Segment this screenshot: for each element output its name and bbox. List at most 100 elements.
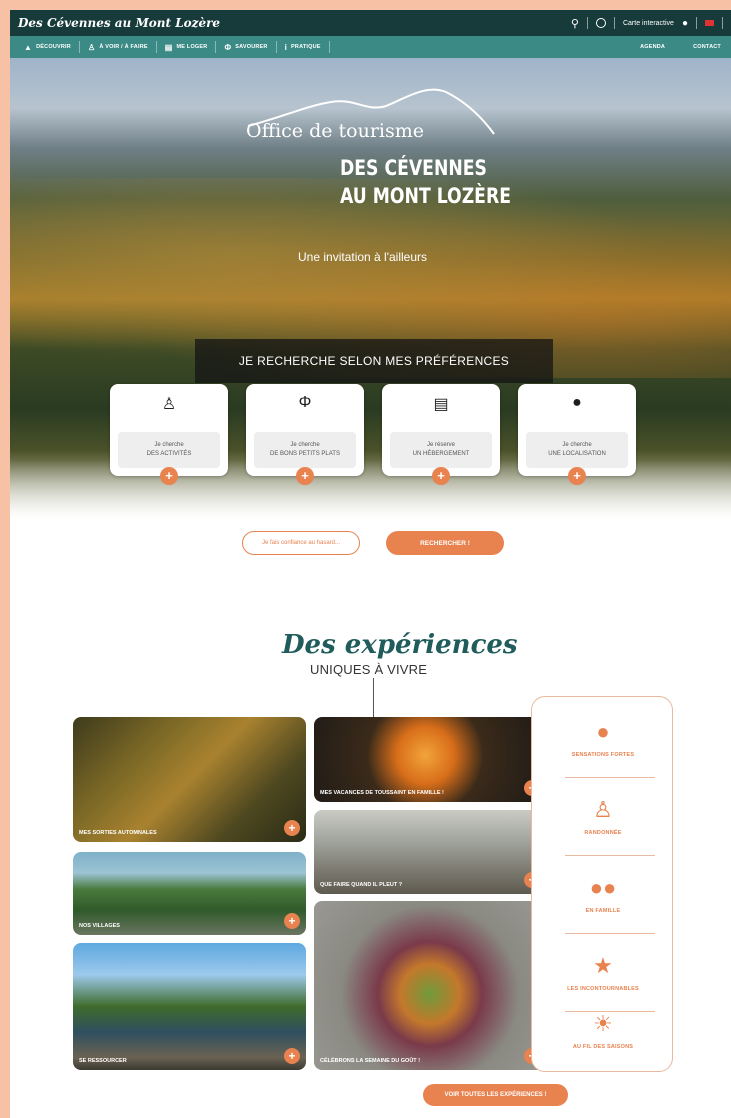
tile-label: QUE FAIRE QUAND IL PLEUT ? <box>320 882 403 888</box>
plus-icon[interactable]: + <box>432 467 450 485</box>
plus-icon[interactable]: + <box>284 913 300 929</box>
experience-tile[interactable]: NOS VILLAGES + <box>73 852 306 935</box>
experience-tile[interactable]: SE RESSOURCER + <box>73 943 306 1070</box>
pref-card-line2: DE BONS PETITS PLATS <box>270 451 340 457</box>
search-button[interactable]: RECHERCHER ! <box>386 531 504 555</box>
category-randonnee[interactable]: ♙ RANDONNÉE <box>532 779 674 855</box>
pref-card-food[interactable]: Φ Je cherche DE BONS PETITS PLATS + <box>246 384 364 485</box>
divider <box>565 933 655 934</box>
mountain-icon: ▲ <box>24 42 33 52</box>
hero-title-line2: AU MONT LOZÈRE <box>340 184 511 208</box>
category-label: EN FAMILLE <box>585 908 621 914</box>
nav-item-decouvrir[interactable]: ▲ DÉCOUVRIR <box>16 41 80 53</box>
category-label: AU FIL DES SAISONS <box>572 1044 634 1050</box>
search-icon[interactable]: ⚲ <box>571 17 579 30</box>
sun-cloud-icon: ☀ <box>593 1011 613 1036</box>
category-sensations[interactable]: ● SENSATIONS FORTES <box>532 701 674 777</box>
hiker-icon: ♙ <box>87 42 96 52</box>
pref-card-line1: Je réserve <box>426 442 455 448</box>
interactive-map-link[interactable]: Carte interactive <box>623 20 674 27</box>
nav-item-contact[interactable]: CONTACT <box>693 44 721 50</box>
experience-tile[interactable]: MES SORTIES AUTOMNALES + <box>73 717 306 842</box>
experiences-title: Des expériences <box>282 630 518 660</box>
walker-icon: ♙ <box>593 797 613 822</box>
site-logo[interactable]: Des Cévennes au Mont Lozère <box>18 16 220 30</box>
category-famille[interactable]: ●● EN FAMILLE <box>532 857 674 933</box>
preferences-heading: JE RECHERCHE SELON MES PRÉFÉRENCES <box>195 339 553 383</box>
pref-card-line1: Je cherche <box>562 442 592 448</box>
pref-card-text: Je cherche DE BONS PETITS PLATS <box>254 432 356 468</box>
nav-item-label: ME LOGER <box>176 44 208 50</box>
nav-item-agenda[interactable]: AGENDA <box>640 44 665 50</box>
nav-item-label: SAVOURER <box>235 44 268 50</box>
experience-tile[interactable]: QUE FAIRE QUAND IL PLEUT ? + <box>314 810 546 894</box>
star-icon: ★ <box>593 953 613 978</box>
nav-item-label: DÉCOUVRIR <box>36 44 71 50</box>
hero-title-line1: DES CÉVENNES <box>340 156 487 180</box>
nav-item-pratique[interactable]: i PRATIQUE <box>277 41 330 53</box>
cutlery-icon: Φ <box>224 42 232 52</box>
divider <box>565 855 655 856</box>
language-flag-icon[interactable] <box>705 20 714 26</box>
category-saisons[interactable]: ☀ AU FIL DES SAISONS <box>532 993 674 1069</box>
balloon-icon: ● <box>596 719 610 744</box>
divider <box>613 17 615 29</box>
plus-icon[interactable]: + <box>284 820 300 836</box>
nav-item-me-loger[interactable]: ▤ ME LOGER <box>157 41 217 53</box>
tile-label: CÉLÉBRONS LA SEMAINE DU GOÛT ! <box>320 1058 421 1064</box>
category-label: SENSATIONS FORTES <box>571 752 635 758</box>
accessibility-icon[interactable] <box>595 18 606 28</box>
experience-categories: ● SENSATIONS FORTES ♙ RANDONNÉE ●● EN FA… <box>531 696 673 1072</box>
map-pin-icon[interactable]: ● <box>682 18 688 29</box>
pref-card-text: Je cherche UNE LOCALISATION <box>526 432 628 468</box>
divider <box>696 17 697 29</box>
pref-card-line2: UN HÉBERGEMENT <box>412 451 470 457</box>
top-bar: Des Cévennes au Mont Lozère ⚲ Carte inte… <box>10 10 731 36</box>
main-nav: ▲ DÉCOUVRIR ♙ À VOIR / À FAIRE ▤ ME LOGE… <box>10 36 731 58</box>
nav-right: AGENDA CONTACT <box>640 44 725 50</box>
pref-card-line1: Je cherche <box>290 442 320 448</box>
top-bar-tools: ⚲ Carte interactive ● <box>571 17 723 30</box>
pref-card-line2: DES ACTIVITÉS <box>146 451 192 457</box>
plus-icon[interactable]: + <box>160 467 178 485</box>
divider <box>722 17 723 29</box>
pref-card-location[interactable]: ● Je cherche UNE LOCALISATION + <box>518 384 636 485</box>
category-label: RANDONNÉE <box>584 830 622 836</box>
divider <box>373 678 374 718</box>
pref-card-activities[interactable]: ♙ Je cherche DES ACTIVITÉS + <box>110 384 228 485</box>
category-label: LES INCONTOURNABLES <box>567 986 639 992</box>
nav-item-label: PRATIQUE <box>291 44 321 50</box>
map-pin-icon: ● <box>572 394 582 411</box>
all-experiences-button[interactable]: VOIR TOUTES LES EXPÉRIENCES ! <box>423 1084 568 1106</box>
hero-title: DES CÉVENNES AU MONT LOZÈRE <box>340 154 511 210</box>
experiences-subtitle: UNIQUES À VIVRE <box>310 662 428 677</box>
nav-item-label: À VOIR / À FAIRE <box>99 44 148 50</box>
pref-card-line1: Je cherche <box>154 442 184 448</box>
divider <box>586 17 588 29</box>
plus-icon[interactable]: + <box>284 1048 300 1064</box>
bed-icon: ▤ <box>433 396 449 413</box>
random-search-button[interactable]: Je fais confiance au hasard... <box>242 531 360 555</box>
pref-card-text: Je cherche DES ACTIVITÉS <box>118 432 220 468</box>
hiker-icon: ♙ <box>161 396 177 413</box>
page: Des Cévennes au Mont Lozère ⚲ Carte inte… <box>10 10 731 1118</box>
pref-card-line2: UNE LOCALISATION <box>548 451 606 457</box>
hero-office-line: Office de tourisme <box>246 120 425 142</box>
pref-card-lodging[interactable]: ▤ Je réserve UN HÉBERGEMENT + <box>382 384 500 485</box>
plus-icon[interactable]: + <box>296 467 314 485</box>
bed-icon: ▤ <box>164 42 173 52</box>
info-icon: i <box>284 42 288 52</box>
tile-label: SE RESSOURCER <box>79 1058 127 1064</box>
family-icon: ●● <box>589 875 617 900</box>
nav-item-a-voir[interactable]: ♙ À VOIR / À FAIRE <box>80 41 157 53</box>
divider <box>565 777 655 778</box>
experience-tile[interactable]: CÉLÉBRONS LA SEMAINE DU GOÛT ! + <box>314 901 546 1070</box>
hero-tagline: Une invitation à l'ailleurs <box>298 250 428 264</box>
pref-card-text: Je réserve UN HÉBERGEMENT <box>390 432 492 468</box>
plus-icon[interactable]: + <box>568 467 586 485</box>
cutlery-icon: Φ <box>298 394 312 411</box>
experience-tile[interactable]: MES VACANCES DE TOUSSAINT EN FAMILLE ! + <box>314 717 546 802</box>
nav-item-savourer[interactable]: Φ SAVOURER <box>216 41 277 53</box>
tile-label: MES VACANCES DE TOUSSAINT EN FAMILLE ! <box>320 790 444 796</box>
tile-label: MES SORTIES AUTOMNALES <box>79 830 157 836</box>
